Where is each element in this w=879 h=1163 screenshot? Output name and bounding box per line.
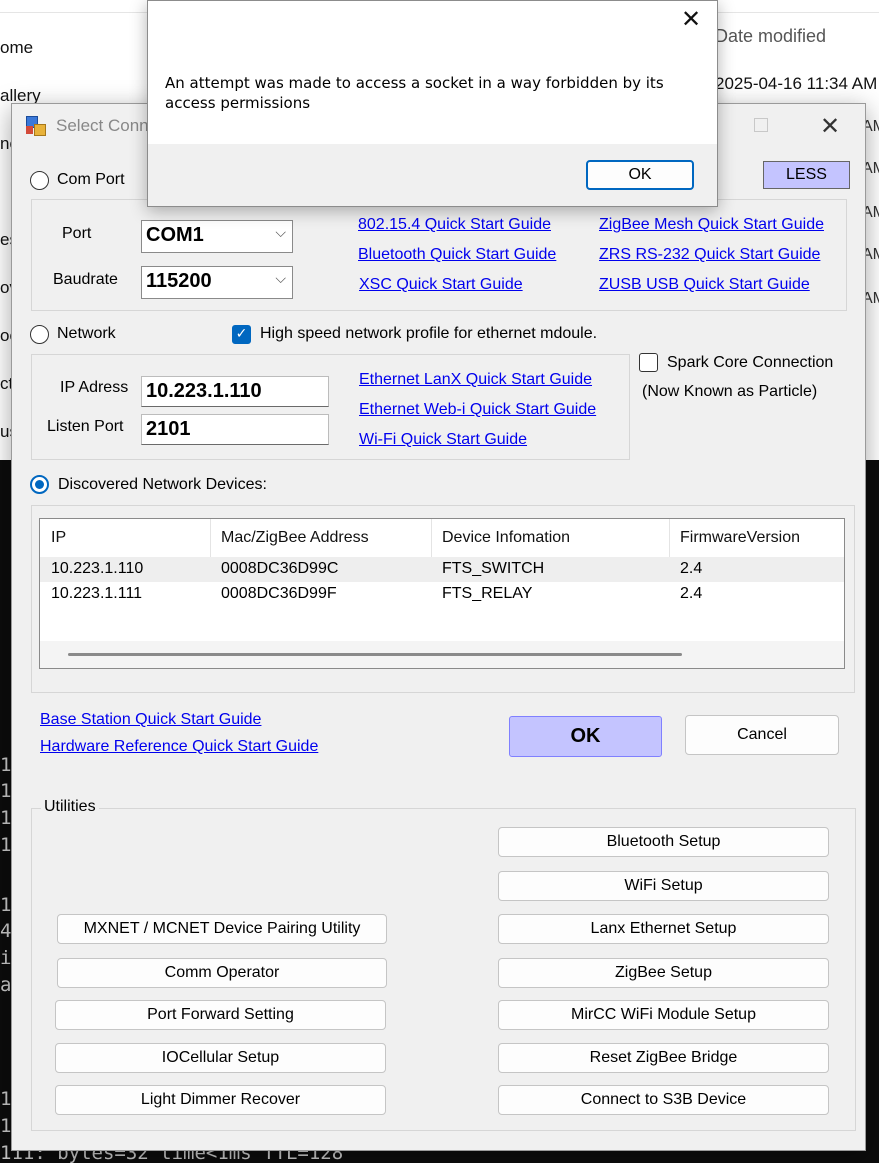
discovered-devices-radio[interactable] bbox=[30, 475, 49, 494]
console-line: 4 bbox=[0, 920, 12, 942]
link-webi-guide[interactable]: Ethernet Web-i Quick Start Guide bbox=[359, 401, 596, 419]
link-zigbee-mesh-guide[interactable]: ZigBee Mesh Quick Start Guide bbox=[599, 216, 824, 234]
light-dimmer-button[interactable]: Light Dimmer Recover bbox=[55, 1085, 386, 1115]
link-base-station-guide[interactable]: Base Station Quick Start Guide bbox=[40, 711, 261, 729]
maximize-icon[interactable] bbox=[754, 118, 768, 132]
link-wifi-guide[interactable]: Wi-Fi Quick Start Guide bbox=[359, 431, 527, 449]
com-port-label[interactable]: Com Port bbox=[57, 171, 125, 189]
link-bluetooth-guide[interactable]: Bluetooth Quick Start Guide bbox=[358, 246, 556, 264]
baudrate-value: 115200 bbox=[146, 270, 212, 292]
console-line: a bbox=[0, 974, 12, 996]
link-hardware-reference-guide[interactable]: Hardware Reference Quick Start Guide bbox=[40, 738, 318, 756]
console-line: 1 bbox=[0, 1115, 12, 1137]
cancel-button[interactable]: Cancel bbox=[685, 715, 839, 755]
iocellular-button[interactable]: IOCellular Setup bbox=[55, 1043, 386, 1073]
date-modified-value: 2025-04-16 11:34 AM bbox=[715, 74, 878, 93]
port-forward-button[interactable]: Port Forward Setting bbox=[55, 1000, 386, 1030]
chevron-down-icon: ⌵ bbox=[275, 225, 286, 241]
dialog-title: Select Conn bbox=[56, 116, 149, 135]
cell-firmware: 2.4 bbox=[680, 585, 703, 602]
cell-info: FTS_RELAY bbox=[442, 585, 533, 602]
console-line: i bbox=[0, 947, 12, 969]
console-line: 1 bbox=[0, 807, 12, 829]
link-zusb-usb-guide[interactable]: ZUSB USB Quick Start Guide bbox=[599, 276, 810, 294]
device-list[interactable]: IP Mac/ZigBee Address Device Infomation … bbox=[39, 518, 845, 669]
column-header-date-modified[interactable]: Date modified bbox=[715, 26, 826, 47]
network-label[interactable]: Network bbox=[57, 325, 116, 343]
error-ok-button[interactable]: OK bbox=[586, 160, 694, 190]
ok-button[interactable]: OK bbox=[509, 716, 662, 757]
cell-mac: 0008DC36D99C bbox=[221, 560, 339, 577]
com-port-radio[interactable] bbox=[30, 171, 49, 190]
link-802154-guide[interactable]: 802.15.4 Quick Start Guide bbox=[358, 216, 551, 234]
app-icon bbox=[26, 116, 46, 136]
spark-core-label[interactable]: Spark Core Connection bbox=[667, 354, 833, 372]
mircc-wifi-button[interactable]: MirCC WiFi Module Setup bbox=[498, 1000, 829, 1030]
console-line: 1 bbox=[0, 894, 12, 916]
pairing-utility-button[interactable]: MXNET / MCNET Device Pairing Utility bbox=[57, 914, 387, 944]
baudrate-label: Baudrate bbox=[53, 271, 118, 288]
port-value: COM1 bbox=[146, 224, 204, 246]
column-header-ip[interactable]: IP bbox=[51, 529, 66, 547]
utilities-caption: Utilities bbox=[41, 798, 99, 816]
bluetooth-setup-button[interactable]: Bluetooth Setup bbox=[498, 827, 829, 857]
table-row[interactable]: 10.223.1.110 0008DC36D99C FTS_SWITCH 2.4 bbox=[40, 557, 844, 582]
table-row[interactable]: 10.223.1.111 0008DC36D99F FTS_RELAY 2.4 bbox=[40, 582, 844, 607]
error-dialog: ✕ An attempt was made to access a socket… bbox=[147, 0, 718, 207]
nav-item[interactable]: ome bbox=[0, 38, 33, 58]
connect-s3b-button[interactable]: Connect to S3B Device bbox=[498, 1085, 829, 1115]
port-select[interactable]: COM1 ⌵ bbox=[141, 220, 293, 253]
console-line: 1 bbox=[0, 780, 12, 802]
cell-firmware: 2.4 bbox=[680, 560, 703, 577]
column-header-firmware[interactable]: FirmwareVersion bbox=[680, 529, 800, 547]
column-header-mac[interactable]: Mac/ZigBee Address bbox=[221, 529, 369, 547]
column-header-device-info[interactable]: Device Infomation bbox=[442, 529, 570, 547]
scrollbar-thumb[interactable] bbox=[68, 653, 682, 656]
listen-port-field[interactable]: 2101 bbox=[141, 414, 329, 445]
wifi-setup-button[interactable]: WiFi Setup bbox=[498, 871, 829, 901]
cell-mac: 0008DC36D99F bbox=[221, 585, 337, 602]
chevron-down-icon: ⌵ bbox=[275, 271, 286, 287]
ip-address-field[interactable]: 10.223.1.110 bbox=[141, 376, 329, 407]
reset-zigbee-button[interactable]: Reset ZigBee Bridge bbox=[498, 1043, 829, 1073]
less-button[interactable]: LESS bbox=[763, 161, 850, 189]
high-speed-checkbox[interactable]: ✓ bbox=[232, 325, 251, 344]
link-xsc-guide[interactable]: XSC Quick Start Guide bbox=[359, 276, 523, 294]
error-message: An attempt was made to access a socket i… bbox=[165, 74, 664, 112]
zigbee-setup-button[interactable]: ZigBee Setup bbox=[498, 958, 829, 988]
cell-ip: 10.223.1.111 bbox=[51, 585, 143, 602]
baudrate-select[interactable]: 115200 ⌵ bbox=[141, 266, 293, 299]
console-line: 1 bbox=[0, 754, 12, 776]
console-line: 1 bbox=[0, 834, 12, 856]
comm-operator-button[interactable]: Comm Operator bbox=[57, 958, 387, 988]
listen-port-label: Listen Port bbox=[47, 418, 124, 435]
ip-address-label: IP Adress bbox=[60, 379, 129, 396]
console-line: 1 bbox=[0, 1088, 12, 1110]
discovered-devices-label[interactable]: Discovered Network Devices: bbox=[58, 476, 267, 494]
high-speed-label[interactable]: High speed network profile for ethernet … bbox=[260, 325, 597, 343]
link-zrs-rs232-guide[interactable]: ZRS RS-232 Quick Start Guide bbox=[599, 246, 820, 264]
network-radio[interactable] bbox=[30, 325, 49, 344]
spark-core-checkbox[interactable] bbox=[639, 353, 658, 372]
link-lanx-guide[interactable]: Ethernet LanX Quick Start Guide bbox=[359, 371, 592, 389]
port-label: Port bbox=[62, 225, 92, 242]
spark-core-subtitle: (Now Known as Particle) bbox=[642, 383, 818, 400]
cell-ip: 10.223.1.110 bbox=[51, 560, 144, 577]
close-icon[interactable]: ✕ bbox=[681, 5, 701, 33]
select-connection-dialog: Select Conn ✕ Com Port LESS Port COM1 ⌵ … bbox=[11, 103, 866, 1151]
lanx-ethernet-button[interactable]: Lanx Ethernet Setup bbox=[498, 914, 829, 944]
horizontal-scrollbar[interactable] bbox=[40, 641, 844, 668]
cell-info: FTS_SWITCH bbox=[442, 560, 545, 577]
close-icon[interactable]: ✕ bbox=[820, 112, 840, 140]
